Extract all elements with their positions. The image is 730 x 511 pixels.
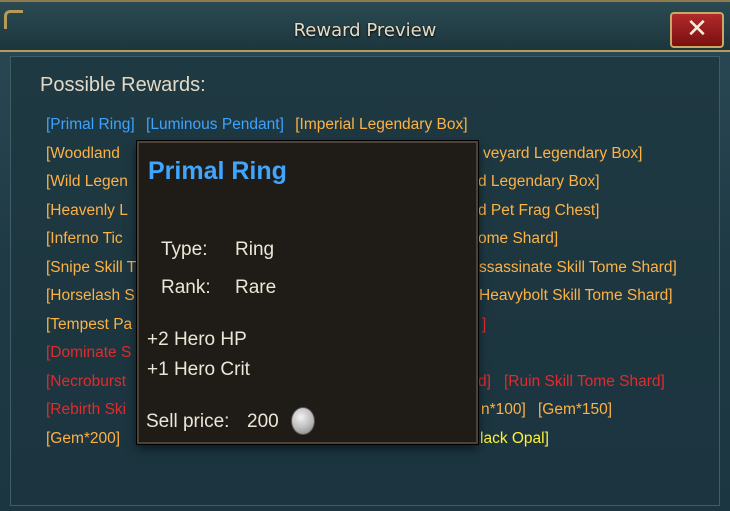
reward-item[interactable]: veyard Legendary Box]	[483, 145, 642, 163]
reward-item[interactable]: [Snipe Skill T	[46, 259, 136, 276]
reward-item-luminous-pendant[interactable]: [Luminous Pendant]	[146, 116, 284, 133]
reward-item-gem-150[interactable]: [Gem*150]	[538, 401, 612, 419]
tooltip-rank-value: Rare	[235, 277, 277, 298]
reward-preview-window: Reward Preview ✕ Possible Rewards: [Prim…	[0, 0, 730, 511]
reward-item[interactable]: [Dominate S	[46, 344, 131, 361]
reward-item[interactable]: [Rebirth Ski	[46, 401, 126, 418]
close-button[interactable]: ✕	[670, 12, 724, 48]
tooltip-item-name: Primal Ring	[148, 157, 287, 185]
tooltip-sell-value: 200	[247, 411, 279, 432]
reward-item[interactable]: ome Shard]	[478, 230, 558, 248]
reward-item[interactable]: ssassinate Skill Tome Shard]	[479, 259, 677, 277]
reward-item[interactable]: [Inferno Tic	[46, 230, 123, 247]
tooltip-type-label: Type:	[161, 239, 208, 260]
reward-item[interactable]: d Pet Frag Chest]	[478, 202, 599, 220]
silver-coin-icon	[291, 407, 315, 435]
reward-item-primal-ring[interactable]: [Primal Ring]	[46, 116, 135, 133]
reward-item[interactable]: [Heavenly L	[46, 202, 128, 219]
reward-item-ruin-skill-tome-shard[interactable]: [Ruin Skill Tome Shard]	[504, 373, 665, 391]
reward-item[interactable]: d]	[478, 373, 491, 391]
title-bar: Reward Preview ✕	[0, 2, 730, 52]
tooltip-rank-label: Rank:	[161, 277, 211, 298]
reward-item[interactable]: [Horselash S	[46, 287, 135, 304]
tooltip-stat-hp: +2 Hero HP	[147, 329, 247, 350]
window-title: Reward Preview	[293, 20, 437, 41]
reward-item-black-opal[interactable]: lack Opal]	[480, 430, 549, 448]
item-tooltip: Primal Ring Type: Ring Rank: Rare +2 Her…	[137, 141, 478, 444]
reward-item[interactable]: [Woodland	[46, 145, 120, 162]
possible-rewards-heading: Possible Rewards:	[40, 74, 206, 96]
reward-item-imperial-legendary-box[interactable]: [Imperial Legendary Box]	[295, 116, 467, 133]
reward-item[interactable]: [Tempest Pa	[46, 316, 132, 333]
reward-item[interactable]: ]	[482, 316, 486, 334]
tooltip-stat-crit: +1 Hero Crit	[147, 359, 250, 380]
reward-item-gem-200[interactable]: [Gem*200]	[46, 430, 120, 447]
reward-item[interactable]: n*100]	[481, 401, 526, 419]
reward-item[interactable]: Heavybolt Skill Tome Shard]	[479, 287, 673, 305]
tooltip-type-value: Ring	[235, 239, 275, 260]
tooltip-sell-label: Sell price:	[146, 411, 230, 432]
reward-item[interactable]: [Wild Legen	[46, 173, 128, 190]
reward-item[interactable]: [Necroburst	[46, 373, 126, 390]
reward-item[interactable]: d Legendary Box]	[478, 173, 600, 191]
